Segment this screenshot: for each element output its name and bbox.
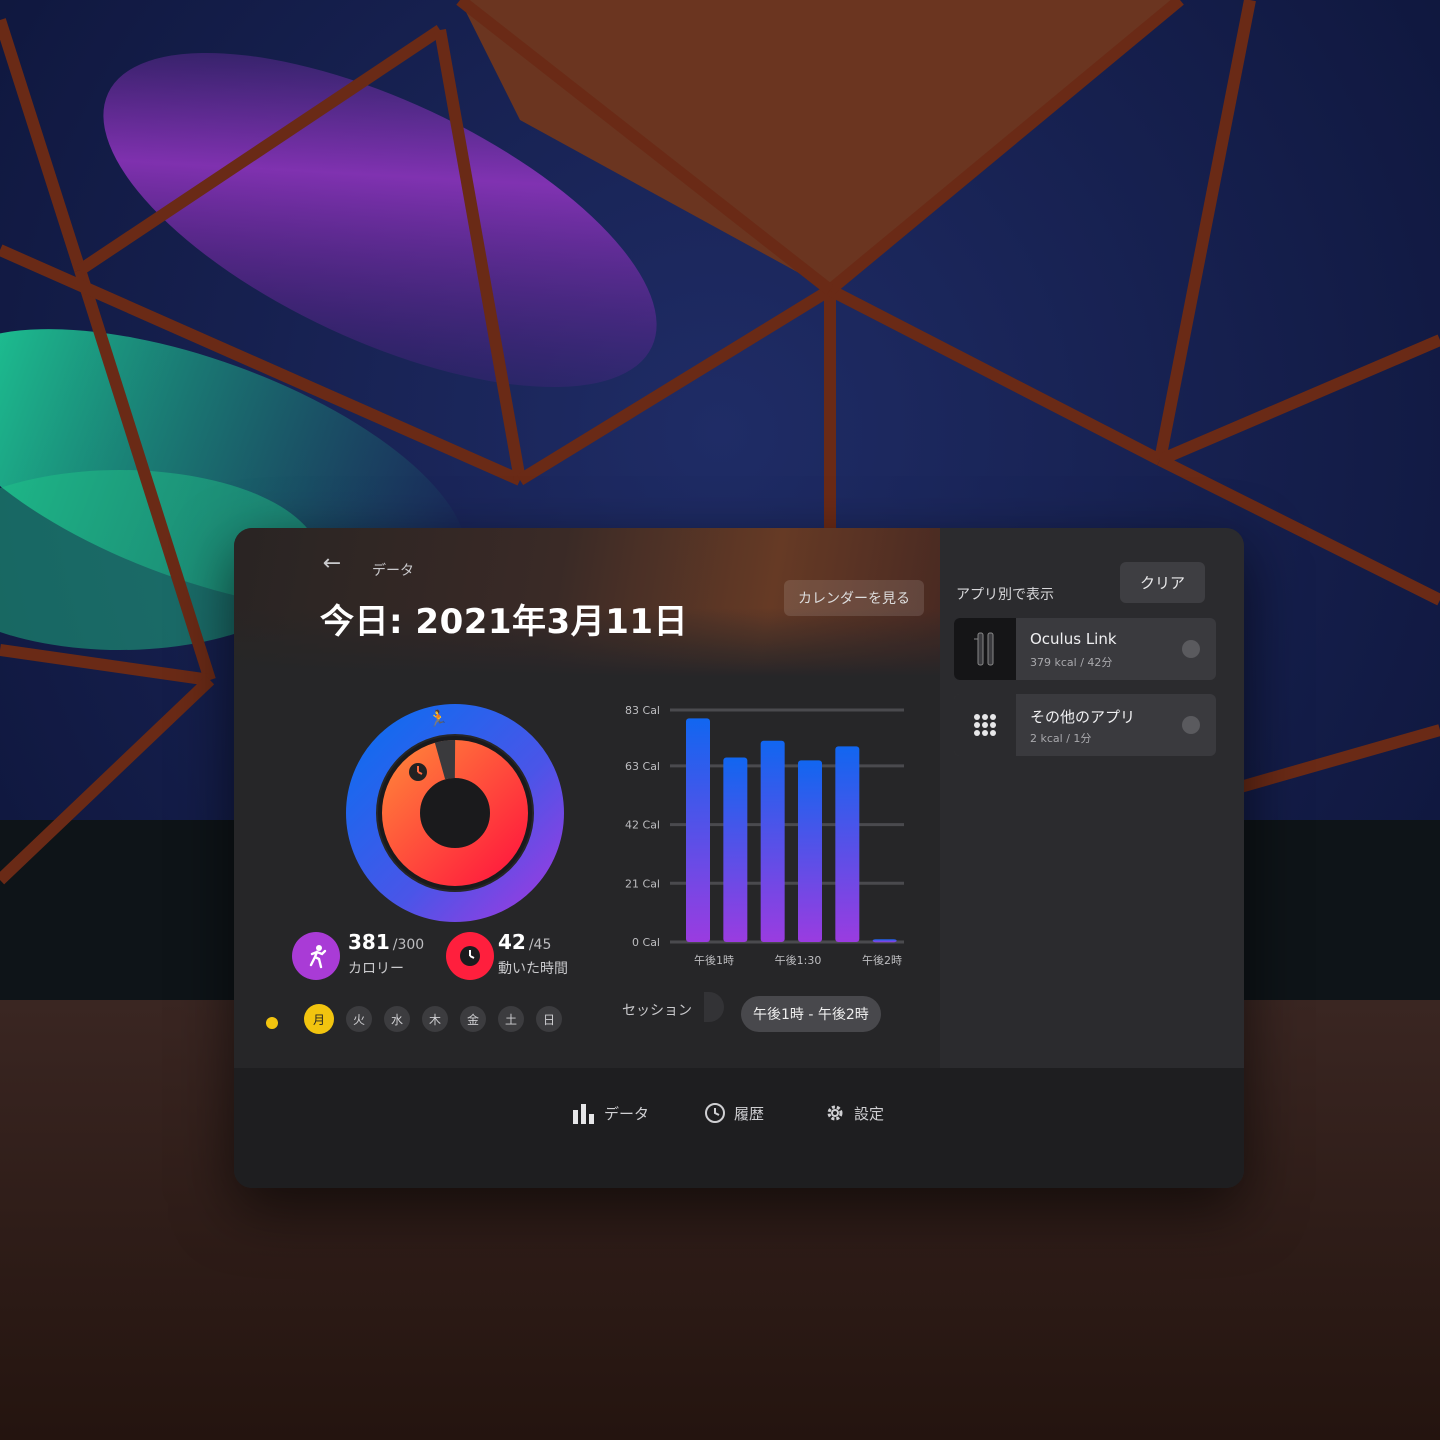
app-meta: 379 kcal / 42分	[1030, 656, 1113, 669]
x-tick-label: 午後2時	[862, 953, 902, 967]
bar[interactable]	[798, 760, 822, 942]
back-button[interactable]: ←	[314, 550, 350, 578]
clock-icon	[409, 763, 427, 781]
nav-label: データ	[604, 1104, 650, 1123]
activity-ring: 🏃	[340, 698, 570, 928]
sidebar-title: アプリ別で表示	[956, 587, 1054, 603]
y-tick-label: 42 Cal	[625, 819, 660, 832]
nav-settings[interactable]: 設定	[824, 1102, 884, 1124]
calories-label: カロリー	[348, 961, 404, 977]
bar[interactable]	[686, 718, 710, 942]
active-time-value: 42/45	[498, 930, 552, 954]
running-person-icon: 🏃	[428, 709, 448, 728]
history-icon	[705, 1103, 725, 1123]
y-tick-label: 0 Cal	[632, 936, 660, 949]
day-wed[interactable]: 水	[384, 1006, 410, 1032]
session-label: セッション	[622, 1003, 692, 1019]
breadcrumb: データ	[372, 563, 414, 579]
app-filter-sidebar: アプリ別で表示 クリア Oculus Link 379 kcal / 42分 そ…	[940, 528, 1244, 1068]
x-tick-label: 午後1時	[694, 953, 734, 967]
y-tick-label: 83 Cal	[625, 704, 660, 717]
day-tue[interactable]: 火	[346, 1006, 372, 1032]
nav-data[interactable]: データ	[572, 1102, 649, 1124]
link-cable-icon	[954, 618, 1016, 680]
y-tick-label: 21 Cal	[625, 877, 660, 890]
nav-label: 履歴	[734, 1104, 765, 1123]
bar[interactable]	[835, 746, 860, 942]
session-selector[interactable]: 午後1時 - 午後2時	[741, 996, 881, 1032]
active-time-icon	[446, 932, 494, 980]
page-title: 今日: 2021年3月11日	[320, 602, 689, 642]
day-mon[interactable]: 月	[304, 1004, 334, 1034]
app-toggle[interactable]	[1182, 716, 1200, 734]
svg-text:🏃: 🏃	[428, 709, 448, 728]
arrow-left-icon: ←	[322, 551, 342, 576]
active-time-label: 動いた時間	[498, 961, 568, 977]
session-prev-chip[interactable]	[704, 992, 724, 1022]
day-thu[interactable]: 木	[422, 1006, 448, 1032]
day-fri[interactable]: 金	[460, 1006, 486, 1032]
gear-icon	[827, 1105, 843, 1121]
legend-dot	[266, 1017, 278, 1029]
app-toggle[interactable]	[1182, 640, 1200, 658]
calories-bar-chart: 83 Cal 63 Cal 42 Cal 21 Cal 0 Cal 午後1時 午後1:30 午…	[625, 704, 904, 967]
app-name: その他のアプリ	[1030, 708, 1136, 726]
app-row-other-apps[interactable]: その他のアプリ 2 kcal / 1分	[954, 694, 1216, 756]
clear-button[interactable]: クリア	[1120, 562, 1206, 603]
bar-chart-icon	[573, 1104, 594, 1124]
day-picker: 月 火 水 木 金 土 日	[304, 1004, 562, 1034]
y-tick-label: 63 Cal	[625, 760, 660, 773]
app-name: Oculus Link	[1030, 630, 1117, 648]
app-grid-icon	[954, 694, 1016, 756]
view-calendar-button[interactable]: カレンダーを見る	[784, 580, 924, 616]
fitness-tracker-panel: ← データ 今日: 2021年3月11日 カレンダーを見る 🏃 381 /300…	[234, 528, 1244, 1188]
day-sun[interactable]: 日	[536, 1006, 562, 1032]
x-tick-label: 午後1:30	[775, 953, 822, 967]
nav-history[interactable]: 履歴	[704, 1102, 764, 1124]
nav-label: 設定	[854, 1104, 885, 1123]
day-sat[interactable]: 土	[498, 1006, 524, 1032]
app-meta: 2 kcal / 1分	[1030, 732, 1092, 745]
calories-icon	[292, 932, 340, 980]
main-content: ← データ 今日: 2021年3月11日 カレンダーを見る 🏃 381 /300…	[234, 528, 940, 1068]
bar[interactable]	[723, 757, 748, 942]
bar[interactable]	[872, 939, 897, 943]
app-row-oculus-link[interactable]: Oculus Link 379 kcal / 42分	[954, 618, 1216, 680]
calories-value: 381/300	[348, 930, 425, 954]
bottom-navigation: データ 履歴 設定	[234, 1068, 1244, 1188]
bar[interactable]	[760, 740, 785, 942]
